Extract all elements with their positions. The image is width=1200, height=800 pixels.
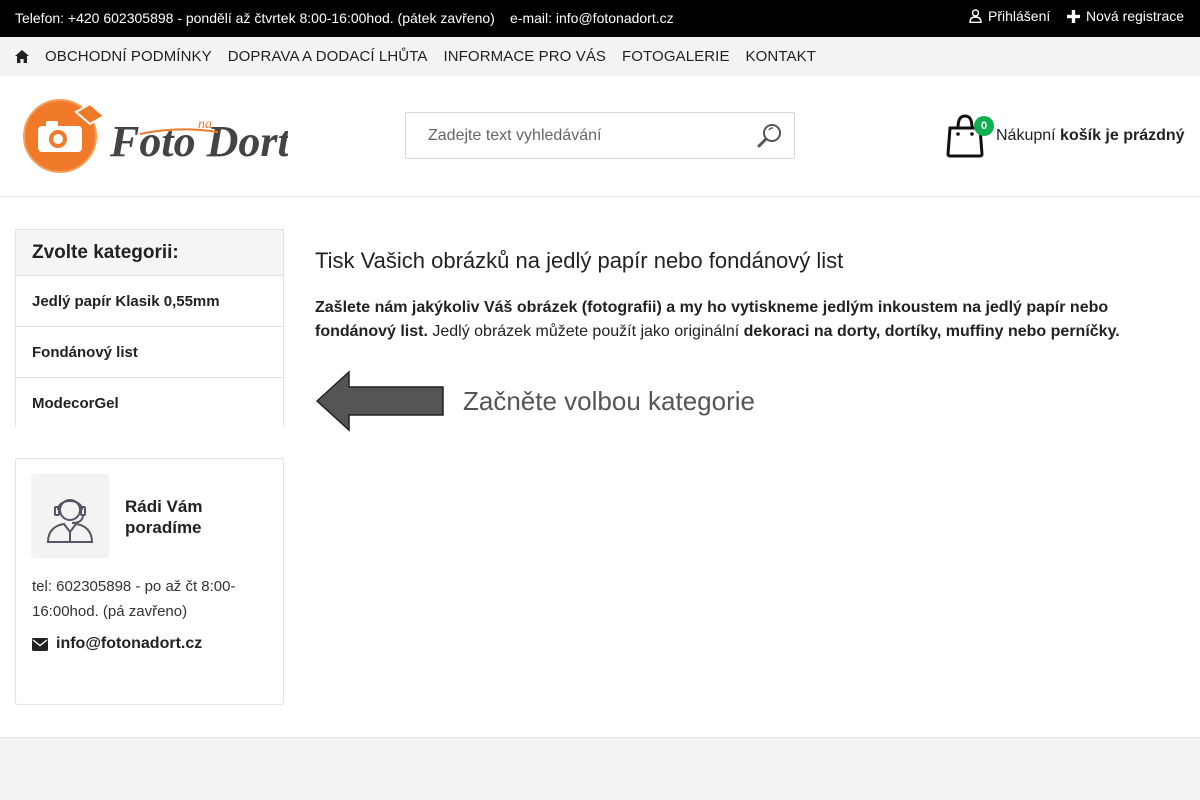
cart-status: košík je prázdný <box>1060 127 1185 144</box>
nav-item-info[interactable]: INFORMACE PRO VÁS <box>443 48 606 65</box>
login-label: Přihlášení <box>988 8 1051 24</box>
register-link[interactable]: Nová registrace <box>1067 8 1184 24</box>
choose-category-banner: Začněte volbou kategorie <box>315 368 795 434</box>
register-label: Nová registrace <box>1086 8 1185 24</box>
login-link[interactable]: Přihlášení <box>969 8 1050 24</box>
cart[interactable]: 0 Nákupní košík je prázdný <box>946 113 1185 159</box>
site-header: na Foto Dort 0 Nákupní košík je prázdný <box>0 76 1200 197</box>
category-item-fondanovy-list[interactable]: Fondánový list <box>16 327 283 378</box>
help-title: Rádi Vám poradíme <box>125 497 203 537</box>
main-nav: OBCHODNÍ PODMÍNKY DOPRAVA A DODACÍ LHŮTA… <box>0 37 1200 76</box>
search-icon[interactable] <box>756 122 784 150</box>
help-email-link[interactable]: info@fotonadort.cz <box>32 635 202 653</box>
category-item-jedly-papir[interactable]: Jedlý papír Klasik 0,55mm <box>16 276 283 327</box>
top-bar: Telefon: +420 602305898 - pondělí až čtv… <box>0 0 1200 37</box>
intro-text: Jedlý obrázek můžete použít jako originá… <box>427 323 744 340</box>
svg-text:Foto Dort: Foto Dort <box>109 117 288 166</box>
nav-item-shipping[interactable]: DOPRAVA A DODACÍ LHŮTA <box>228 48 428 65</box>
support-agent-icon <box>31 474 109 558</box>
category-item-modecorgel[interactable]: ModecorGel <box>16 378 283 429</box>
user-icon <box>969 9 982 23</box>
home-icon[interactable] <box>15 50 29 64</box>
cart-count-badge: 0 <box>974 116 994 136</box>
footer <box>0 737 1200 800</box>
nav-item-gallery[interactable]: FOTOGALERIE <box>622 48 730 65</box>
intro-bold-2: dekoraci na dorty, dortíky, muffiny nebo… <box>743 323 1120 340</box>
contact-phone: Telefon: +420 602305898 - pondělí až čtv… <box>15 10 495 26</box>
help-box: Rádi Vám poradíme tel: 602305898 - po až… <box>15 458 284 705</box>
envelope-icon <box>32 637 48 651</box>
logo-image: na Foto Dort <box>23 99 291 173</box>
help-phone: tel: 602305898 - po až čt 8:00-16:00hod.… <box>32 578 236 620</box>
contact-email[interactable]: e-mail: info@fotonadort.cz <box>510 10 674 26</box>
category-heading: Zvolte kategorii: <box>16 230 283 276</box>
category-panel: Zvolte kategorii: Jedlý papír Klasik 0,5… <box>15 229 284 427</box>
banner-text: Začněte volbou kategorie <box>463 385 755 416</box>
search-box <box>405 112 795 159</box>
cart-prefix: Nákupní <box>996 127 1056 144</box>
main-content: Tisk Vašich obrázků na jedlý papír nebo … <box>315 248 1175 344</box>
site-logo[interactable]: na Foto Dort <box>18 98 291 176</box>
search-input[interactable] <box>406 113 726 158</box>
cart-summary: Nákupní košík je prázdný <box>996 127 1185 145</box>
intro-paragraph: Zašlete nám jakýkoliv Váš obrázek (fotog… <box>315 296 1175 344</box>
nav-item-contact[interactable]: KONTAKT <box>746 48 816 65</box>
help-email: info@fotonadort.cz <box>56 635 203 652</box>
plus-icon <box>1067 9 1080 23</box>
page-title: Tisk Vašich obrázků na jedlý papír nebo … <box>315 248 844 273</box>
shopping-bag-icon: 0 <box>946 114 994 158</box>
arrow-left-icon <box>315 370 444 432</box>
nav-item-terms[interactable]: OBCHODNÍ PODMÍNKY <box>45 48 212 65</box>
